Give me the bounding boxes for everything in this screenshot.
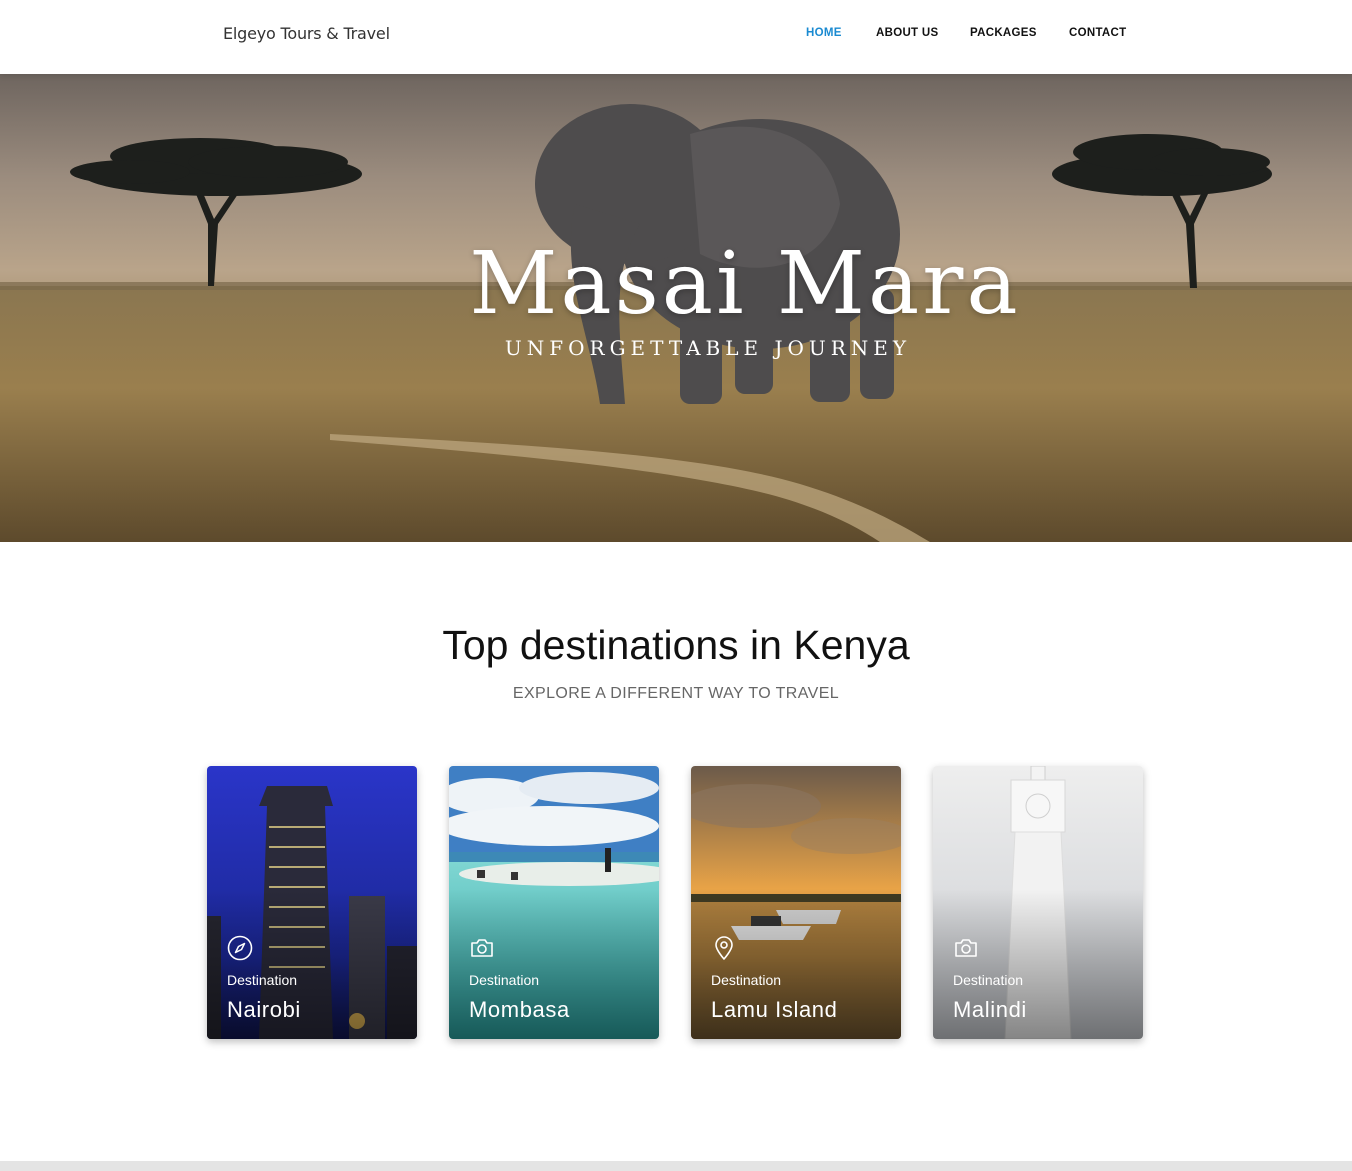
- footer-edge: [0, 1161, 1352, 1171]
- camera-icon: [471, 939, 493, 957]
- nav-about-us[interactable]: ABOUT US: [876, 27, 938, 39]
- map-pin-icon: [715, 936, 733, 960]
- destination-card-mombasa[interactable]: Destination Mombasa: [449, 766, 659, 1039]
- card-label: Destination: [953, 972, 1024, 988]
- hero-subtitle: UNFORGETTABLE JOURNEY: [504, 336, 912, 360]
- card-title: Malindi: [953, 997, 1027, 1022]
- camera-icon: [955, 939, 977, 957]
- section-title: Top destinations in Kenya: [442, 622, 910, 668]
- card-label: Destination: [711, 972, 782, 988]
- card-label: Destination: [469, 972, 540, 988]
- card-label: Destination: [227, 972, 298, 988]
- card-title: Nairobi: [227, 997, 301, 1022]
- card-title: Mombasa: [469, 997, 570, 1022]
- navbar: Elgeyo Tours & Travel HOME ABOUT US PACK…: [0, 0, 1352, 74]
- compass-icon: [227, 935, 253, 961]
- nav-home[interactable]: HOME: [806, 27, 842, 39]
- nav-contact[interactable]: CONTACT: [1069, 27, 1126, 39]
- section-subtitle: EXPLORE A DIFFERENT WAY TO TRAVEL: [512, 685, 840, 702]
- hero-banner: Masai Mara UNFORGETTABLE JOURNEY: [0, 74, 1352, 542]
- destination-card-nairobi[interactable]: Destination Nairobi: [207, 766, 417, 1039]
- destination-card-lamu-island[interactable]: Destination Lamu Island: [691, 766, 901, 1039]
- hero-title: Masai Mara: [469, 234, 1021, 334]
- card-title: Lamu Island: [711, 997, 838, 1022]
- destination-card-malindi[interactable]: Destination Malindi: [933, 766, 1143, 1039]
- brand-logo[interactable]: Elgeyo Tours & Travel: [223, 24, 390, 43]
- nav-packages[interactable]: PACKAGES: [970, 27, 1037, 39]
